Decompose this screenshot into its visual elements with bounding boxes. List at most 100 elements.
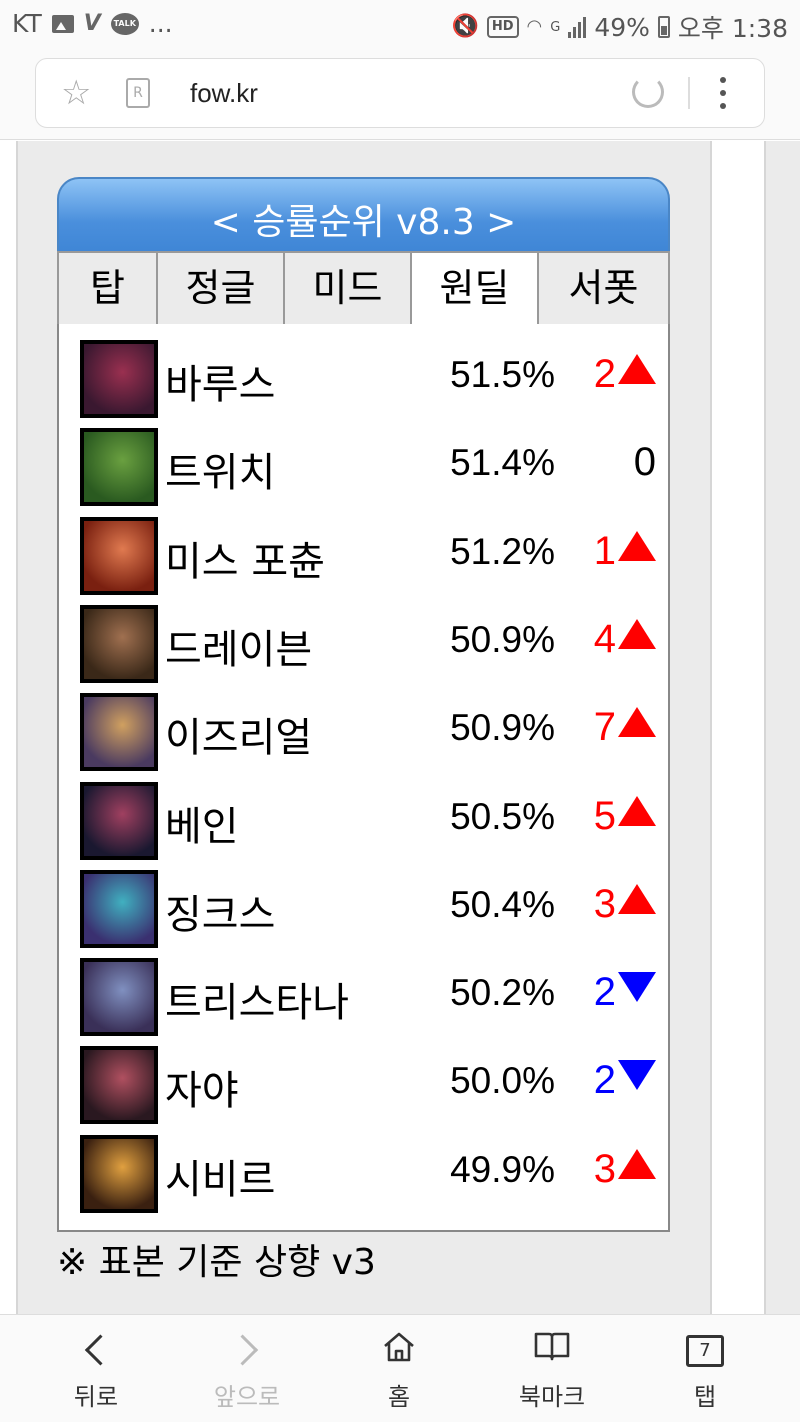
champion-name[interactable]: 징크스 <box>165 882 275 940</box>
champion-portrait-image <box>84 697 154 768</box>
rank-change: 3 <box>559 1147 656 1192</box>
rank-up-arrow-icon <box>618 795 656 826</box>
champion-name[interactable]: 이즈리얼 <box>165 705 312 763</box>
champion-portrait[interactable] <box>80 1134 158 1213</box>
hd-voice-icon: HD <box>486 16 519 38</box>
champion-name[interactable]: 드레이븐 <box>165 617 312 675</box>
nav-forward-button[interactable]: 앞으로 <box>167 1315 327 1422</box>
bookmark-star-icon[interactable]: ☆ <box>61 76 91 110</box>
ranking-row[interactable]: 베인 50.5% 5 <box>59 781 668 870</box>
more-menu-icon[interactable] <box>720 77 726 109</box>
status-bar-left: KT V TALK ... <box>12 9 173 38</box>
back-chevron-icon <box>84 1334 116 1366</box>
ranking-row[interactable]: 시비르 49.9% 3 <box>59 1134 668 1223</box>
rank-change-value: 2 <box>593 1058 616 1103</box>
champion-portrait[interactable] <box>80 1046 158 1125</box>
champion-portrait[interactable] <box>80 781 158 860</box>
nav-back-button[interactable]: 뒤로 <box>16 1315 176 1422</box>
nav-home-button[interactable]: 홈 <box>319 1315 479 1422</box>
bottom-navigation: 뒤로 앞으로 홈 북마크 7 탭 <box>0 1314 800 1422</box>
champion-name[interactable]: 바루스 <box>165 352 275 410</box>
nav-forward-label: 앞으로 <box>213 1383 281 1411</box>
champion-name[interactable]: 시비르 <box>165 1147 275 1205</box>
rank-change-value: 2 <box>593 352 616 396</box>
champion-portrait[interactable] <box>80 604 158 683</box>
ranking-row[interactable]: 트위치 51.4% 0 <box>59 428 668 516</box>
widget-header: < 승률순위 v8.3 > <box>57 177 670 251</box>
champion-portrait[interactable] <box>80 428 158 507</box>
win-rate: 51.2% <box>450 530 555 572</box>
tab-support[interactable]: 서폿 <box>537 251 670 326</box>
tab-jungle[interactable]: 정글 <box>156 251 285 326</box>
champion-name[interactable]: 자야 <box>165 1058 239 1116</box>
nav-bookmarks-label: 북마크 <box>518 1383 586 1411</box>
champion-portrait[interactable] <box>80 869 158 948</box>
browser-toolbar: ☆ R fow.kr <box>0 50 800 140</box>
gallery-notification-icon <box>51 14 74 33</box>
nav-bookmarks-button[interactable]: 북마크 <box>472 1315 632 1422</box>
champion-portrait-image <box>84 785 154 856</box>
url-text[interactable]: fow.kr <box>190 78 258 109</box>
rank-up-arrow-icon <box>618 618 656 649</box>
network-type-label: G <box>550 19 561 35</box>
tab-adc[interactable]: 원딜 <box>410 251 539 328</box>
ranking-row[interactable]: 미스 포츈 51.2% 1 <box>59 516 668 605</box>
address-bar[interactable]: ☆ R fow.kr <box>35 58 765 128</box>
win-rate: 50.9% <box>450 618 555 660</box>
rank-change: 5 <box>559 794 656 839</box>
champion-name[interactable]: 트리스타나 <box>165 970 349 1028</box>
ranking-list: 바루스 51.5% 2 트위치 51.4% 0 미스 포츈 51.2% 1 드레이븐 50.9% 4 이… <box>57 324 670 1232</box>
champion-name[interactable]: 베인 <box>165 794 239 852</box>
ranking-row[interactable]: 바루스 51.5% 2 <box>59 340 668 428</box>
rank-change: 1 <box>559 529 656 574</box>
win-rate: 51.5% <box>450 354 555 395</box>
win-rate: 51.4% <box>450 442 555 484</box>
ranking-row[interactable]: 트리스타나 50.2% 2 <box>59 958 668 1046</box>
win-rate: 50.9% <box>450 707 555 749</box>
battery-icon <box>657 16 670 38</box>
kakaotalk-notification-icon: TALK <box>110 12 139 35</box>
clock: 오후 1:38 <box>677 14 788 43</box>
address-bar-divider <box>688 77 690 109</box>
champion-portrait[interactable] <box>80 516 158 595</box>
champion-portrait[interactable] <box>80 958 158 1037</box>
side-column <box>764 141 800 1314</box>
tab-mid[interactable]: 미드 <box>283 251 412 326</box>
champion-portrait-image <box>84 1050 154 1121</box>
rank-up-arrow-icon <box>618 883 656 914</box>
ranking-row[interactable]: 징크스 50.4% 3 <box>59 869 668 958</box>
rank-change: 2 <box>559 1058 656 1103</box>
bookmarks-book-icon <box>534 1332 570 1361</box>
more-notifications-ellipsis: ... <box>148 9 173 38</box>
ranking-row[interactable]: 자야 50.0% 2 <box>59 1046 668 1134</box>
nav-tabs-label: 탭 <box>693 1383 717 1411</box>
win-rate: 50.0% <box>450 1060 555 1102</box>
champion-portrait-image <box>84 608 154 679</box>
rank-change: 2 <box>559 970 656 1015</box>
status-bar-right: 🔇 HD ◠ G 49% 오후 1:38 <box>451 9 788 45</box>
reader-mode-icon[interactable]: R <box>126 78 150 108</box>
nav-tabs-button[interactable]: 7 탭 <box>625 1315 785 1422</box>
champion-name[interactable]: 미스 포츈 <box>165 529 325 587</box>
champion-portrait[interactable] <box>80 693 158 772</box>
widget-title: < 승률순위 v8.3 > <box>210 202 517 243</box>
rank-change-value: 3 <box>593 881 616 926</box>
champion-name[interactable]: 트위치 <box>165 440 275 498</box>
ranking-row[interactable]: 드레이븐 50.9% 4 <box>59 604 668 693</box>
winrate-ranking-widget: < 승률순위 v8.3 > 탑 정글 미드 원딜 서폿 바루스 51.5% 2 트위치… <box>57 177 670 1232</box>
v-notification-icon: V <box>83 10 101 36</box>
champion-portrait-image <box>84 962 154 1033</box>
home-icon <box>384 1332 414 1362</box>
champion-portrait-image <box>84 1138 154 1209</box>
win-rate: 50.5% <box>450 795 555 837</box>
rank-change: 2 <box>559 352 656 397</box>
champion-portrait-image <box>84 344 154 414</box>
tab-top[interactable]: 탑 <box>57 251 158 326</box>
ranking-row[interactable]: 이즈리얼 50.9% 7 <box>59 693 668 781</box>
signal-icon <box>568 16 587 38</box>
rank-down-arrow-icon <box>618 972 656 1003</box>
rank-change-value: 7 <box>593 705 616 750</box>
battery-percent: 49% <box>594 12 650 42</box>
champion-portrait[interactable] <box>80 340 158 418</box>
reload-icon[interactable] <box>632 76 664 108</box>
